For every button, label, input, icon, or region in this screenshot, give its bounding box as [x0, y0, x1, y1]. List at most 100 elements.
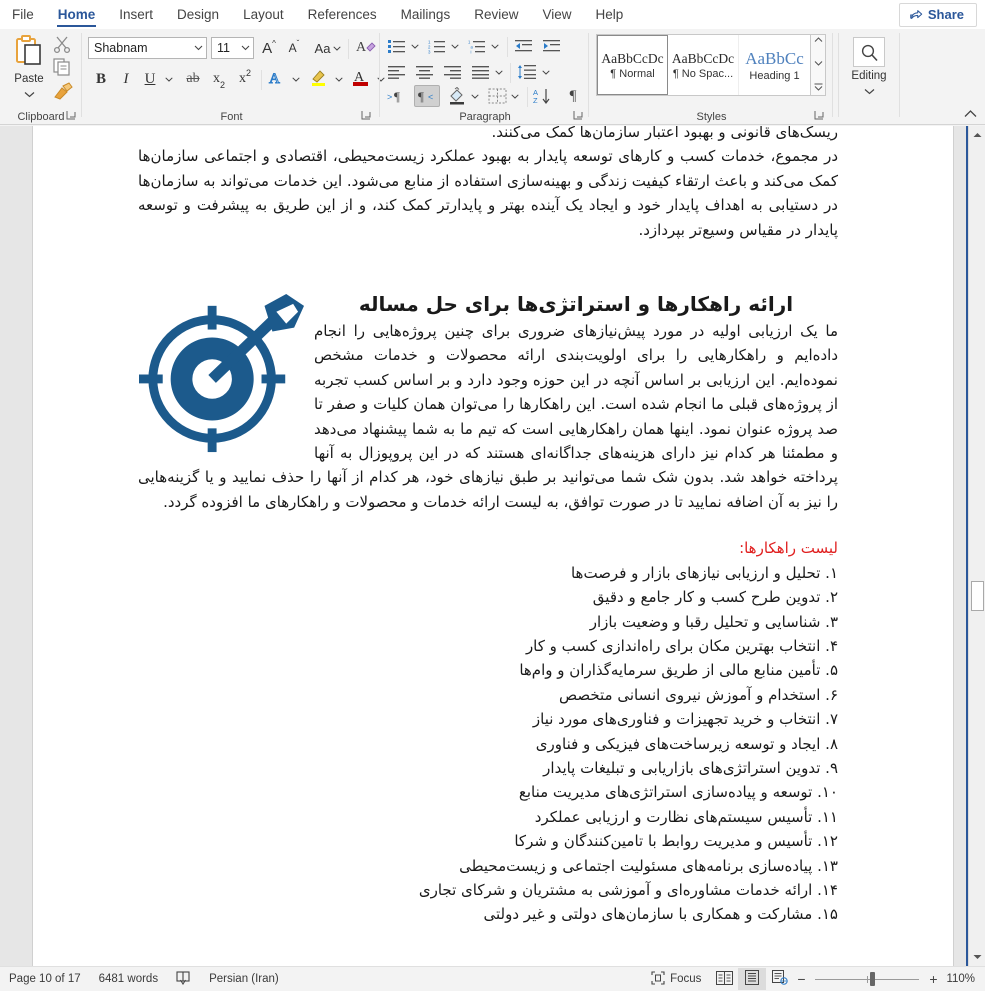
style-normal[interactable]: AaBbCcDc ¶ Normal	[597, 35, 668, 95]
scroll-up-icon[interactable]	[970, 127, 985, 143]
highlight-button[interactable]	[307, 68, 331, 90]
borders-button[interactable]	[485, 85, 509, 107]
line-spacing-button[interactable]	[514, 61, 540, 83]
strikethrough-button[interactable]: ab	[181, 68, 205, 90]
borders-chevron-down-icon[interactable]	[508, 85, 522, 107]
text-effects-chevron-down-icon[interactable]	[288, 68, 304, 90]
clear-formatting-button[interactable]: A	[354, 37, 378, 59]
focus-mode-button[interactable]: Focus	[642, 970, 710, 988]
align-chevron-down-icon[interactable]	[492, 61, 506, 83]
proofing-status[interactable]	[167, 970, 200, 988]
svg-text:i: i	[471, 49, 472, 54]
tab-references[interactable]: References	[296, 5, 389, 29]
tab-design[interactable]: Design	[165, 5, 231, 29]
text-effects-button[interactable]: A	[265, 68, 289, 90]
editing-chevron-down-icon[interactable]	[864, 82, 875, 100]
zoom-level[interactable]: 110%	[940, 973, 985, 985]
align-center-button[interactable]	[413, 61, 437, 83]
styles-scroll-down-icon[interactable]	[814, 60, 823, 68]
underline-button[interactable]: U	[139, 68, 161, 90]
bullet-chevron-down-icon[interactable]	[408, 35, 422, 57]
align-right-button[interactable]	[441, 61, 465, 83]
editing-button[interactable]: Editing	[847, 37, 891, 100]
align-left-button[interactable]	[385, 61, 409, 83]
format-painter-button[interactable]	[52, 81, 76, 103]
multilevel-list-button[interactable]: 1 a i	[465, 35, 489, 57]
decrease-indent-button[interactable]	[512, 35, 536, 57]
font-color-button[interactable]: A	[349, 68, 373, 90]
styles-gallery-scrollbar[interactable]	[811, 34, 826, 96]
font-name-combobox[interactable]: Shabnam	[88, 37, 207, 59]
subscript-button[interactable]: x2	[207, 68, 231, 90]
word-count[interactable]: 6481 words	[90, 973, 167, 985]
collapse-ribbon-button[interactable]	[964, 109, 977, 121]
numbering-chevron-down-icon[interactable]	[448, 35, 462, 57]
tab-help[interactable]: Help	[584, 5, 636, 29]
shading-button[interactable]	[445, 85, 469, 107]
bullet-list-button[interactable]	[385, 35, 409, 57]
align-left-icon	[388, 65, 405, 79]
increase-indent-button[interactable]	[540, 35, 564, 57]
paragraph-dialog-launcher[interactable]	[573, 110, 586, 123]
paste-chevron-down-icon[interactable]	[24, 85, 35, 103]
document-text-body[interactable]: ریسک‌های قانونی و بهبود اعتبار سازمان‌ها…	[138, 126, 838, 927]
shading-icon	[450, 87, 464, 105]
tab-home[interactable]: Home	[46, 5, 108, 29]
shrink-font-button[interactable]: A ˇ	[283, 37, 305, 59]
zoom-slider-thumb[interactable]	[870, 972, 876, 986]
web-layout-button[interactable]	[766, 968, 794, 990]
chevron-down-icon[interactable]	[190, 45, 206, 51]
list-item: ۷. انتخاب و خرید تجهیزات و فناوری‌های مو…	[532, 710, 838, 729]
read-mode-button[interactable]	[710, 968, 738, 990]
numbered-list-button[interactable]: 1 2 3	[425, 35, 449, 57]
paste-button[interactable]: Paste	[6, 33, 52, 105]
chevron-down-icon[interactable]	[237, 45, 253, 51]
language-indicator[interactable]: Persian (Iran)	[200, 973, 288, 985]
tab-mailings[interactable]: Mailings	[389, 5, 463, 29]
grow-font-button[interactable]: A ^	[258, 37, 280, 59]
vertical-scrollbar[interactable]	[968, 126, 985, 966]
tab-layout[interactable]: Layout	[231, 5, 296, 29]
change-case-button[interactable]: Aa	[311, 37, 345, 59]
right-to-left-button[interactable]: ¶ <	[414, 85, 440, 107]
share-button[interactable]: Share	[898, 3, 977, 27]
justify-button[interactable]	[469, 61, 493, 83]
shading-chevron-down-icon[interactable]	[468, 85, 482, 107]
style-no-spacing[interactable]: AaBbCcDc ¶ No Spac...	[668, 35, 739, 95]
styles-dialog-launcher[interactable]	[814, 110, 827, 123]
sort-button[interactable]: A Z	[531, 85, 557, 107]
copy-button[interactable]	[52, 57, 76, 79]
tab-file[interactable]: File	[0, 5, 46, 29]
document-page[interactable]: ریسک‌های قانونی و بهبود اعتبار سازمان‌ها…	[33, 126, 953, 966]
underline-chevron-down-icon[interactable]	[161, 68, 177, 90]
tab-review[interactable]: Review	[462, 5, 530, 29]
zoom-in-button[interactable]: +	[926, 971, 940, 987]
font-size-combobox[interactable]: 11	[211, 37, 254, 59]
superscript-button[interactable]: x2	[233, 68, 257, 90]
bold-button[interactable]: B	[90, 68, 112, 90]
left-to-right-button[interactable]: > ¶	[385, 85, 411, 107]
multilevel-chevron-down-icon[interactable]	[488, 35, 502, 57]
style-heading-1[interactable]: AaBbCс Heading 1	[739, 35, 810, 95]
left-to-right-icon: > ¶	[387, 89, 400, 103]
zoom-out-button[interactable]: −	[794, 971, 808, 987]
scroll-down-icon[interactable]	[970, 949, 985, 965]
highlight-chevron-down-icon[interactable]	[331, 68, 347, 90]
show-formatting-marks-button[interactable]: ¶	[561, 85, 585, 107]
cut-button[interactable]	[52, 34, 76, 56]
scrollbar-thumb[interactable]	[971, 581, 984, 611]
paragraph-group-label: Paragraph	[459, 111, 511, 123]
italic-button[interactable]: I	[115, 68, 137, 90]
list-item: ۴. انتخاب بهترین مکان برای راه‌اندازی کس…	[525, 636, 838, 655]
line-spacing-chevron-down-icon[interactable]	[539, 61, 553, 83]
tab-insert[interactable]: Insert	[107, 5, 165, 29]
print-layout-button[interactable]	[738, 968, 767, 990]
page-indicator[interactable]: Page 10 of 17	[0, 973, 90, 985]
document-canvas[interactable]: ریسک‌های قانونی و بهبود اعتبار سازمان‌ها…	[0, 126, 985, 966]
styles-scroll-up-icon[interactable]	[814, 37, 823, 45]
zoom-slider[interactable]	[815, 968, 920, 990]
clipboard-dialog-launcher[interactable]	[66, 110, 79, 123]
tab-view[interactable]: View	[530, 5, 583, 29]
font-dialog-launcher[interactable]	[361, 110, 374, 123]
styles-more-icon[interactable]	[814, 83, 823, 93]
